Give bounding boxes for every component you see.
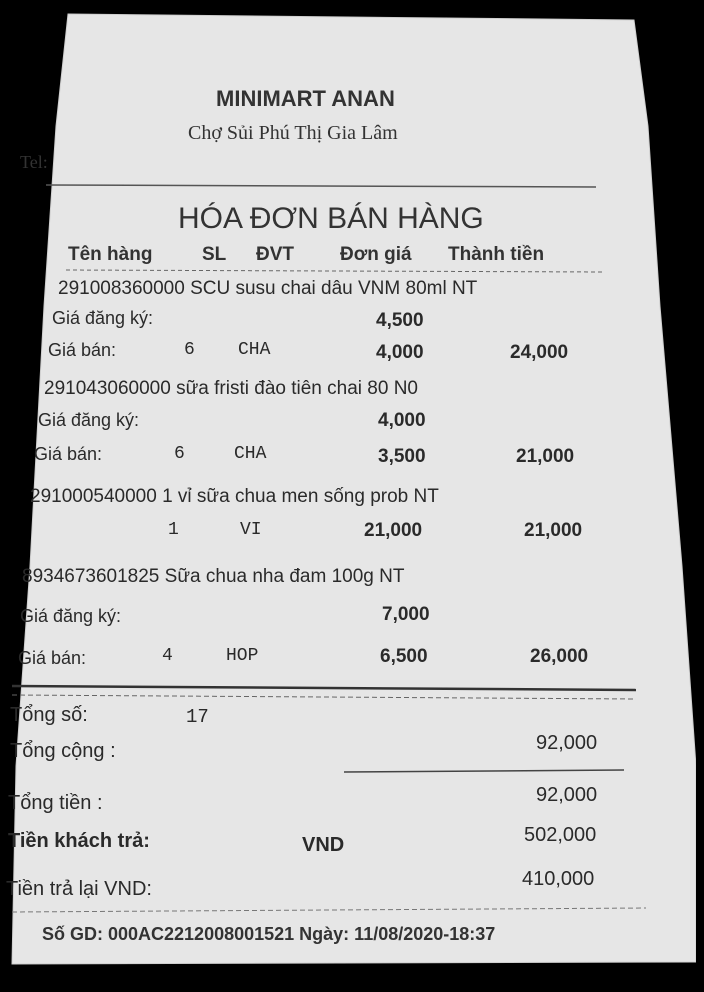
item-2-name: 291043060000 sữa fristi đào tiên chai 80…: [44, 378, 418, 399]
receipt-paper: MINIMART ANAN Chợ Sủi Phú Thị Gia Lâm Te…: [6, 6, 696, 966]
item-3-qty: 1: [168, 520, 179, 540]
item-1-registered-label: Giá đăng ký:: [52, 308, 154, 328]
item-1-unit-price: 4,000: [376, 342, 424, 363]
item-2-qty: 6: [174, 444, 185, 464]
item-4-qty: 4: [162, 646, 173, 666]
item-1-qty: 6: [184, 340, 195, 360]
column-header-unit: ĐVT: [256, 244, 294, 265]
store-name: MINIMART ANAN: [216, 86, 395, 111]
item-4-registered-price: 7,000: [382, 604, 430, 625]
column-header-qty: SL: [202, 244, 227, 265]
item-4-amount: 26,000: [530, 646, 589, 667]
change-label: Tiền trả lại VND:: [6, 878, 152, 900]
receipt-title: HÓA ĐƠN BÁN HÀNG: [178, 202, 484, 235]
item-1-registered-price: 4,500: [376, 310, 424, 331]
item-2-unit: CHA: [234, 444, 267, 464]
total-count-value: 17: [186, 706, 209, 728]
item-1-sale-label: Giá bán:: [48, 340, 117, 360]
customer-paid-currency: VND: [302, 834, 345, 856]
item-2-sale-label: Giá bán:: [34, 444, 103, 464]
item-3-unit: VI: [240, 520, 262, 540]
item-1-name: 291008360000 SCU susu chai dâu VNM 80ml …: [58, 278, 478, 299]
store-address: Chợ Sủi Phú Thị Gia Lâm: [188, 122, 398, 144]
item-2-registered-price: 4,000: [378, 410, 426, 431]
customer-paid-label: Tiền khách trả:: [8, 830, 150, 852]
subtotal-label: Tổng cộng :: [10, 740, 116, 762]
item-2-amount: 21,000: [516, 446, 575, 467]
item-4-unit: HOP: [226, 646, 259, 666]
item-1-amount: 24,000: [510, 342, 569, 363]
column-header-amount: Thành tiền: [448, 244, 545, 265]
item-4-name: 8934673601825 Sữa chua nha đam 100g NT: [22, 566, 405, 587]
column-header-unit-price: Đơn giá: [340, 244, 412, 265]
item-4-sale-label: Giá bán:: [18, 648, 87, 668]
transaction-info: Số GD: 000AC2212008001521 Ngày: 11/08/20…: [42, 924, 496, 944]
total-label: Tổng tiền :: [8, 792, 103, 814]
column-header-item: Tên hàng: [68, 244, 153, 265]
store-tel-label: Tel:: [20, 152, 48, 172]
change-value: 410,000: [522, 868, 595, 890]
item-2-unit-price: 3,500: [378, 446, 426, 467]
item-2-registered-label: Giá đăng ký:: [38, 410, 140, 430]
total-count-label: Tổng số:: [10, 704, 88, 726]
total-value: 92,000: [536, 784, 598, 806]
item-3-unit-price: 21,000: [364, 520, 423, 541]
customer-paid-value: 502,000: [524, 824, 597, 846]
item-3-name: 291000540000 1 vỉ sữa chua men sống prob…: [30, 486, 439, 507]
item-4-unit-price: 6,500: [380, 646, 428, 667]
item-4-registered-label: Giá đăng ký:: [20, 606, 122, 626]
item-1-unit: CHA: [238, 340, 271, 360]
subtotal-value: 92,000: [536, 732, 598, 754]
item-3-amount: 21,000: [524, 520, 583, 541]
